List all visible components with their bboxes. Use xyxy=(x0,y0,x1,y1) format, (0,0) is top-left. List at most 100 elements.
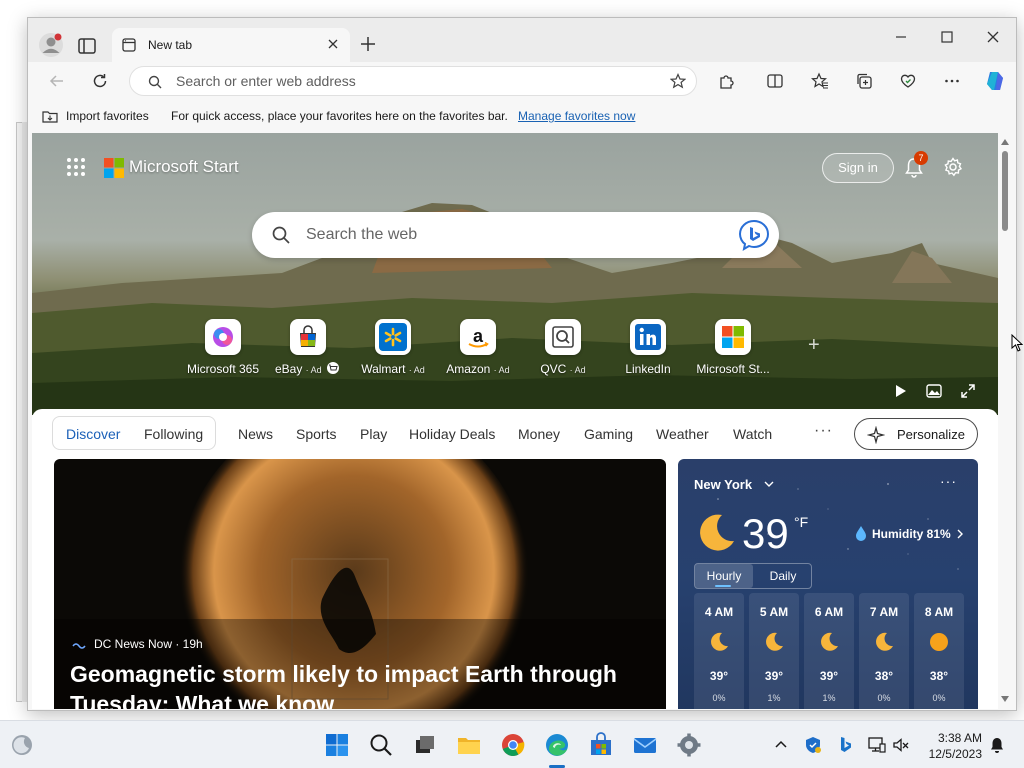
security-shield-icon[interactable] xyxy=(804,736,822,754)
show-hidden-icons-chevron-icon[interactable] xyxy=(772,736,790,754)
favorites-icon[interactable] xyxy=(811,72,829,90)
settings-gear-icon[interactable] xyxy=(676,732,702,758)
crescent-moon-icon xyxy=(700,514,734,551)
humidity-value[interactable]: Humidity 81% xyxy=(872,527,951,541)
notifications-bell-icon[interactable] xyxy=(988,736,1006,754)
background-image-icon[interactable] xyxy=(926,383,942,399)
file-explorer-icon[interactable] xyxy=(456,732,482,758)
toolbar xyxy=(28,62,1016,100)
news-card[interactable]: DC News Now · 19h Geomagnetic storm like… xyxy=(54,459,666,709)
hourly-tab[interactable]: Hourly xyxy=(695,564,753,588)
chrome-icon[interactable] xyxy=(500,732,526,758)
news-source-logo-icon xyxy=(72,643,86,649)
personalize-button[interactable]: Personalize xyxy=(854,418,978,450)
close-tab-icon[interactable] xyxy=(326,37,340,51)
forecast-temp: 39° xyxy=(764,669,784,683)
new-tab-page: Microsoft Start Sign in 7 Microsoft 365 … xyxy=(32,133,998,709)
daily-tab[interactable]: Daily xyxy=(755,564,811,588)
hourly-forecast-item[interactable]: 5 AM 39° 1% xyxy=(749,593,799,709)
tab-discover[interactable]: Discover xyxy=(66,426,120,442)
tab-news[interactable]: News xyxy=(238,426,273,442)
search-icon[interactable] xyxy=(368,732,394,758)
tab-watch[interactable]: Watch xyxy=(733,426,772,442)
more-menu-icon[interactable] xyxy=(943,72,961,90)
vertical-scrollbar[interactable] xyxy=(998,133,1012,709)
minimize-icon[interactable] xyxy=(890,28,912,46)
back-arrow-icon[interactable] xyxy=(48,72,66,90)
tab-money[interactable]: Money xyxy=(518,426,560,442)
bing-icon[interactable] xyxy=(836,736,854,754)
app-launcher-grid-icon[interactable] xyxy=(66,157,86,177)
news-headline[interactable]: Geomagnetic storm likely to impact Earth… xyxy=(70,659,650,709)
address-bar[interactable] xyxy=(129,66,697,96)
sign-in-button[interactable]: Sign in xyxy=(822,153,894,183)
edge-icon[interactable] xyxy=(544,732,570,758)
chevron-down-icon[interactable] xyxy=(764,480,774,488)
bing-chat-icon[interactable] xyxy=(737,218,771,252)
weather-more-button[interactable]: ··· xyxy=(940,473,957,489)
new-tab-favicon-icon xyxy=(122,38,136,52)
mail-icon[interactable] xyxy=(632,732,658,758)
extensions-puzzle-icon[interactable] xyxy=(718,72,736,90)
collections-icon[interactable] xyxy=(855,72,873,90)
import-favorites-button[interactable]: Import favorites xyxy=(66,109,149,123)
microsoft-start-brand[interactable]: Microsoft Start xyxy=(129,157,239,177)
temperature-unit[interactable]: °F xyxy=(794,514,808,530)
profile-icon[interactable] xyxy=(38,32,64,58)
weather-card[interactable]: New York ··· 39 °F Humidity 81% Hourly D… xyxy=(678,459,978,709)
add-quick-link-plus-icon[interactable]: + xyxy=(808,335,828,355)
hourly-forecast-item[interactable]: 4 AM 39° 0% xyxy=(694,593,744,709)
scroll-down-arrow-icon[interactable] xyxy=(1001,696,1009,702)
more-tabs-button[interactable]: ··· xyxy=(814,422,833,440)
amazon-icon: a xyxy=(468,326,489,348)
settings-gear-icon[interactable] xyxy=(943,157,963,177)
maximize-icon[interactable] xyxy=(936,28,958,46)
forecast-time: 8 AM xyxy=(924,605,954,619)
mouse-cursor-icon xyxy=(1011,334,1023,352)
split-screen-icon[interactable] xyxy=(766,72,784,90)
expand-icon[interactable] xyxy=(960,383,976,399)
weather-location[interactable]: New York xyxy=(694,477,752,492)
windows-start-icon[interactable] xyxy=(324,732,350,758)
ebay-icon xyxy=(300,325,316,347)
forecast-temp: 39° xyxy=(709,669,729,683)
weather-widget-icon[interactable] xyxy=(10,733,34,757)
import-favorites-icon[interactable] xyxy=(42,109,58,123)
clock-date: 12/5/2023 xyxy=(928,747,982,761)
tab-following[interactable]: Following xyxy=(144,426,203,442)
tab-gaming[interactable]: Gaming xyxy=(584,426,633,442)
task-view-icon[interactable] xyxy=(412,732,438,758)
browser-essentials-icon[interactable] xyxy=(899,72,917,90)
tab-play[interactable]: Play xyxy=(360,426,387,442)
tab-sports[interactable]: Sports xyxy=(296,426,336,442)
hourly-forecast-item[interactable]: 8 AM 38° 0% xyxy=(914,593,964,709)
system-clock[interactable]: 3:38 AM 12/5/2023 xyxy=(922,730,982,762)
web-search-box[interactable] xyxy=(252,212,779,258)
humidity-drop-icon xyxy=(856,526,866,541)
network-icon[interactable] xyxy=(868,736,886,754)
tab-new-tab[interactable]: New tab xyxy=(112,28,350,62)
notification-count-badge: 7 xyxy=(914,151,928,165)
close-window-icon[interactable] xyxy=(982,28,1004,46)
scrollbar-thumb[interactable] xyxy=(1002,151,1008,231)
tab-actions-icon[interactable] xyxy=(76,35,98,57)
address-input[interactable] xyxy=(176,72,646,90)
tab-holiday-deals[interactable]: Holiday Deals xyxy=(409,426,495,442)
forecast-temp: 38° xyxy=(874,669,894,683)
tab-weather[interactable]: Weather xyxy=(656,426,709,442)
scroll-up-arrow-icon[interactable] xyxy=(1001,139,1009,145)
hourly-forecast-item[interactable]: 7 AM 38° 0% xyxy=(859,593,909,709)
play-icon[interactable] xyxy=(892,383,908,399)
manage-favorites-link[interactable]: Manage favorites now xyxy=(518,109,635,123)
refresh-icon[interactable] xyxy=(91,72,109,90)
copilot-icon[interactable] xyxy=(983,69,1007,93)
quick-link-microsoft-store[interactable]: Microsoft St... xyxy=(688,319,778,379)
hourly-forecast-item[interactable]: 6 AM 39° 1% xyxy=(804,593,854,709)
new-tab-plus-icon[interactable] xyxy=(360,36,376,52)
volume-muted-icon[interactable] xyxy=(892,736,910,754)
microsoft-store-icon[interactable] xyxy=(588,732,614,758)
chevron-right-icon[interactable] xyxy=(956,529,964,539)
news-source: DC News Now · 19h xyxy=(94,637,203,651)
add-favorite-star-icon[interactable] xyxy=(670,73,686,89)
web-search-input[interactable] xyxy=(306,225,706,245)
